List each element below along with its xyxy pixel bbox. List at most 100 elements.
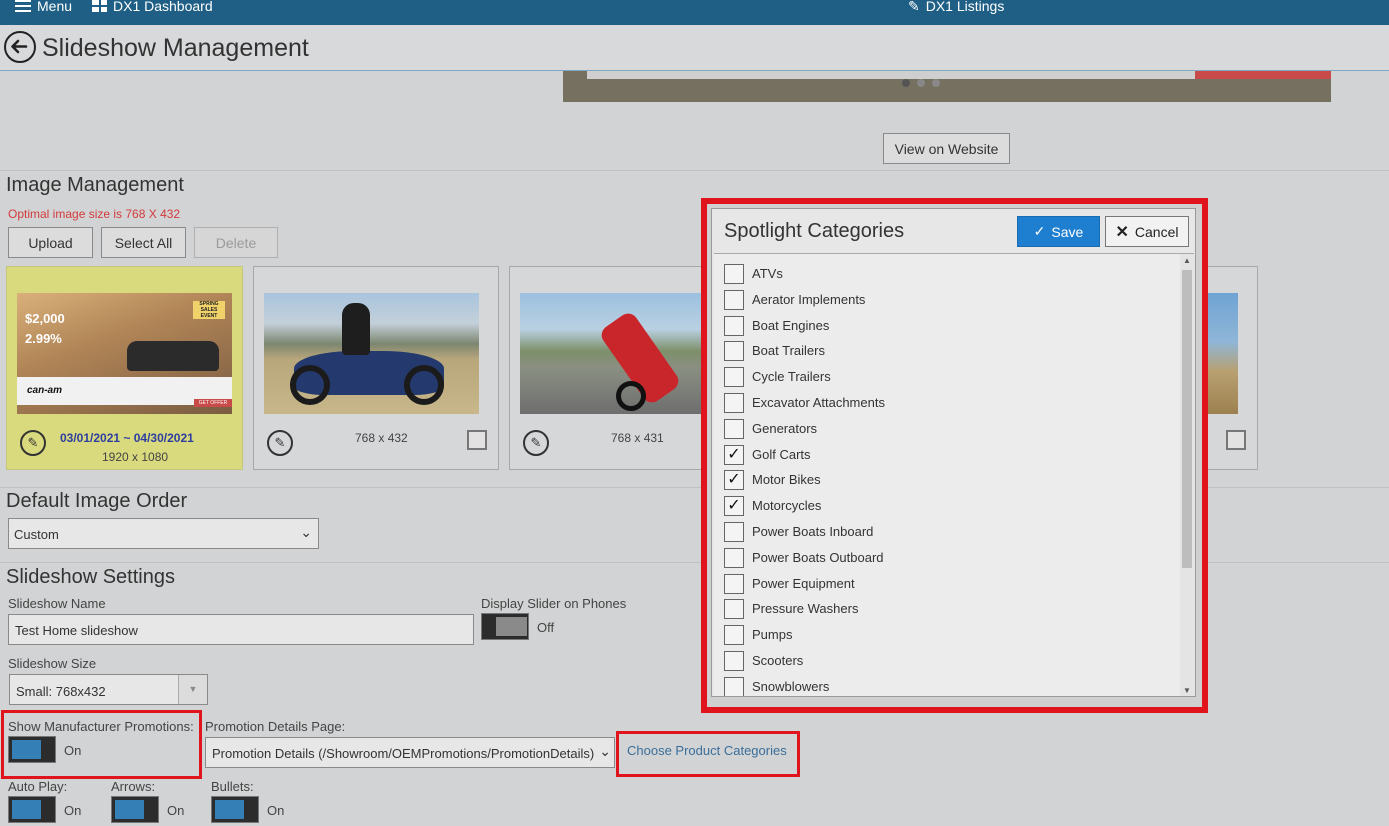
category-option[interactable]: ✓ Golf Carts [714,442,1179,468]
save-button[interactable]: ✓ Save [1017,216,1100,247]
category-option[interactable]: Power Equipment [714,571,1179,597]
category-checkbox[interactable]: ✓ [724,496,744,517]
promo-thumbnail: $2,000 2.99% SPRING SALES EVENT can-am G… [17,293,232,414]
image-card[interactable]: $2,000 2.99% SPRING SALES EVENT can-am G… [6,266,243,470]
slideshow-name-label: Slideshow Name [8,596,106,611]
arrows-label: Arrows: [111,779,156,794]
slideshow-name-input[interactable]: Test Home slideshow [8,614,474,645]
category-checkbox[interactable] [724,367,744,388]
bullets-toggle[interactable] [211,796,259,823]
arrows-toggle[interactable] [111,796,159,823]
scroll-down-icon[interactable]: ▼ [1183,686,1191,695]
image-size-hint: Optimal image size is 768 X 432 [8,207,181,221]
bullets-label: Bullets: [211,779,254,794]
image-select-checkbox[interactable] [467,430,487,450]
back-arrow-icon[interactable] [4,31,36,63]
upload-button[interactable]: Upload [8,227,93,258]
slider-bullet[interactable] [932,79,940,87]
category-option[interactable]: Generators [714,416,1179,442]
show-promotions-state: On [64,743,82,758]
image-dimensions: 768 x 431 [611,431,664,445]
menu-button[interactable]: Menu [15,0,72,13]
choose-product-categories-link[interactable]: Choose Product Categories [627,743,787,758]
chevron-down-icon: ⌄ [599,743,611,759]
auto-play-state: On [64,803,82,818]
category-checkbox[interactable] [724,341,744,362]
category-label: Aerator Implements [752,291,866,307]
category-checkbox[interactable] [724,522,744,542]
divider [0,170,1389,171]
category-label: Golf Carts [752,446,811,462]
delete-button[interactable]: Delete [194,227,278,258]
show-promotions-toggle[interactable] [8,736,56,763]
chevron-down-icon: ⌄ [300,524,312,540]
category-option[interactable]: Pressure Washers [714,596,1179,622]
listings-link[interactable]: ✎ DX1 Listings [908,0,1004,13]
category-list[interactable]: ▲ ▼ ATVs Aerator Implements Boat Engines Bo… [714,253,1194,696]
category-label: Pressure Washers [752,601,859,617]
category-option[interactable]: Scooters [714,648,1179,674]
category-checkbox[interactable] [724,289,744,310]
category-option[interactable]: Boat Trailers [714,338,1179,364]
menu-icon [15,0,31,12]
image-order-select[interactable]: Custom ⌄ [8,518,319,549]
category-option[interactable]: ATVs [714,261,1179,287]
default-order-heading: Default Image Order [6,490,188,512]
category-checkbox[interactable] [724,315,744,336]
spotlight-categories-modal: Spotlight Categories ✓ Save ✕ Cancel ▲ ▼… [711,208,1196,697]
category-label: Cycle Trailers [752,369,831,385]
motorcycle-thumbnail [264,293,479,414]
category-option[interactable]: ✓ Motor Bikes [714,467,1179,493]
category-option[interactable]: Boat Engines [714,313,1179,339]
display-phones-toggle[interactable] [481,613,529,640]
top-nav-bar: Menu DX1 Dashboard ✎ DX1 Listings [0,0,1389,25]
category-label: Pumps [752,627,793,643]
image-select-checkbox[interactable] [1226,430,1246,450]
auto-play-toggle[interactable] [8,796,56,823]
category-label: Power Boats Inboard [752,524,874,539]
category-option[interactable]: Pumps [714,622,1179,648]
image-card[interactable]: ✎ 768 x 432 [253,266,499,470]
arrows-state: On [167,803,185,818]
category-checkbox[interactable] [724,418,744,439]
category-checkbox[interactable] [724,651,744,671]
view-on-website-button[interactable]: View on Website [883,133,1010,164]
dropdown-arrow-icon: ▼ [178,675,207,704]
category-option[interactable]: Snowblowers [714,674,1179,696]
image-card[interactable]: ✎ 768 x 431 [509,266,714,470]
slider-bullet[interactable] [917,79,925,87]
category-checkbox[interactable] [724,547,744,568]
edit-pencil-icon[interactable]: ✎ [267,430,293,456]
category-checkbox[interactable] [724,573,744,594]
category-option[interactable]: Power Boats Inboard [714,519,1179,545]
edit-pencil-icon[interactable]: ✎ [523,430,549,456]
cancel-button[interactable]: ✕ Cancel [1105,216,1189,247]
category-checkbox[interactable] [724,625,744,646]
category-checkbox[interactable] [724,676,744,696]
category-checkbox[interactable]: ✓ [724,444,744,465]
promotion-page-select[interactable]: Promotion Details (/Showroom/OEMPromotio… [205,737,615,768]
category-checkbox[interactable] [724,599,744,620]
category-label: Excavator Attachments [752,395,885,410]
category-checkbox[interactable] [724,264,744,284]
modal-title: Spotlight Categories [724,220,905,242]
category-option[interactable]: ✓ Motorcycles [714,493,1179,519]
scrollbar-thumb[interactable] [1182,270,1192,568]
category-checkbox[interactable]: ✓ [724,470,744,491]
category-option[interactable]: Aerator Implements [714,287,1179,313]
select-all-button[interactable]: Select All [101,227,186,258]
category-option[interactable]: Power Boats Outboard [714,545,1179,571]
dashboard-link[interactable]: DX1 Dashboard [92,0,213,14]
edit-pencil-icon[interactable]: ✎ [20,430,46,456]
slideshow-size-select[interactable]: Small: 768x432 ▼ [9,674,208,705]
can-am-logo: can-am [27,385,63,396]
category-checkbox[interactable] [724,393,744,413]
dashboard-label: DX1 Dashboard [113,0,213,14]
page-title: Slideshow Management [42,34,309,62]
category-option[interactable]: Excavator Attachments [714,390,1179,416]
slider-bullet[interactable] [902,79,910,87]
image-dimensions: 1920 x 1080 [102,450,169,464]
scroll-up-icon[interactable]: ▲ [1183,256,1191,265]
scrollbar[interactable]: ▲ ▼ [1180,254,1194,696]
category-option[interactable]: Cycle Trailers [714,364,1179,390]
